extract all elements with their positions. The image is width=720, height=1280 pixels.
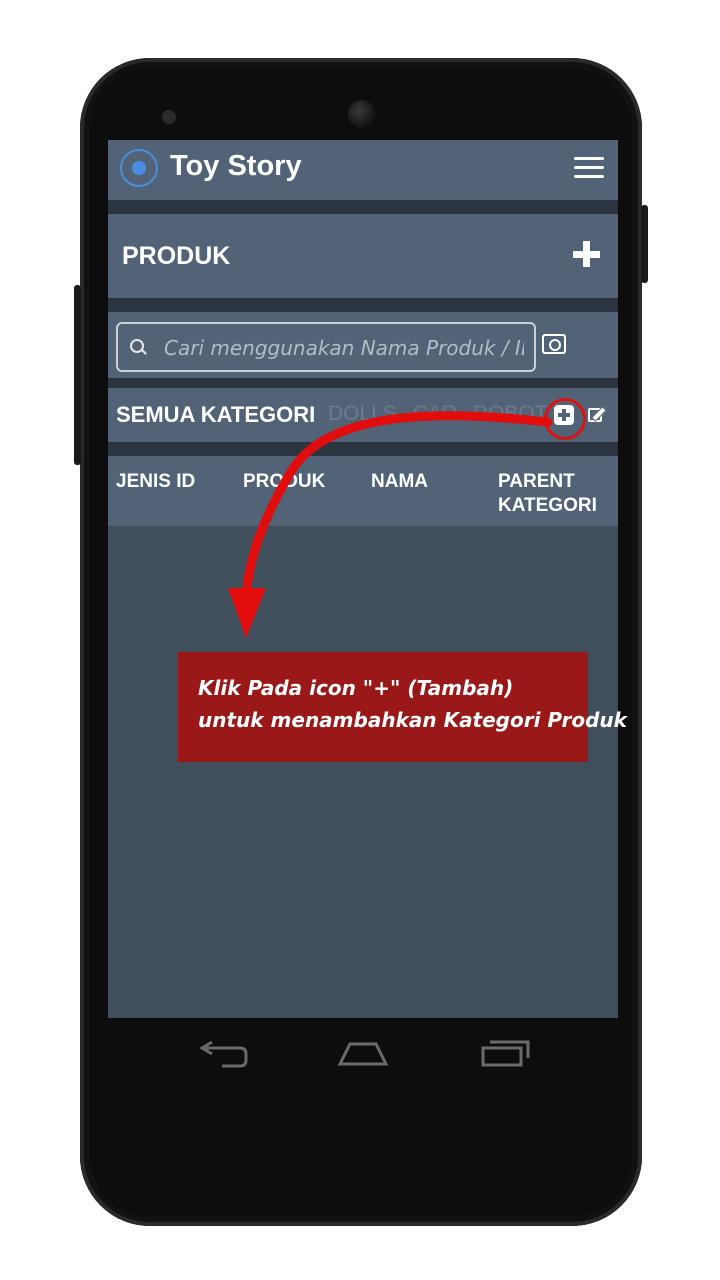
instruction-callout: Klik Pada icon "+" (Tambah) untuk menamb… <box>178 652 627 762</box>
callout-line-2: untuk menambahkan Kategori Produk <box>198 708 627 732</box>
annotation-arrow <box>228 411 553 638</box>
callout-line-1: Klik Pada icon "+" (Tambah) <box>198 676 514 700</box>
